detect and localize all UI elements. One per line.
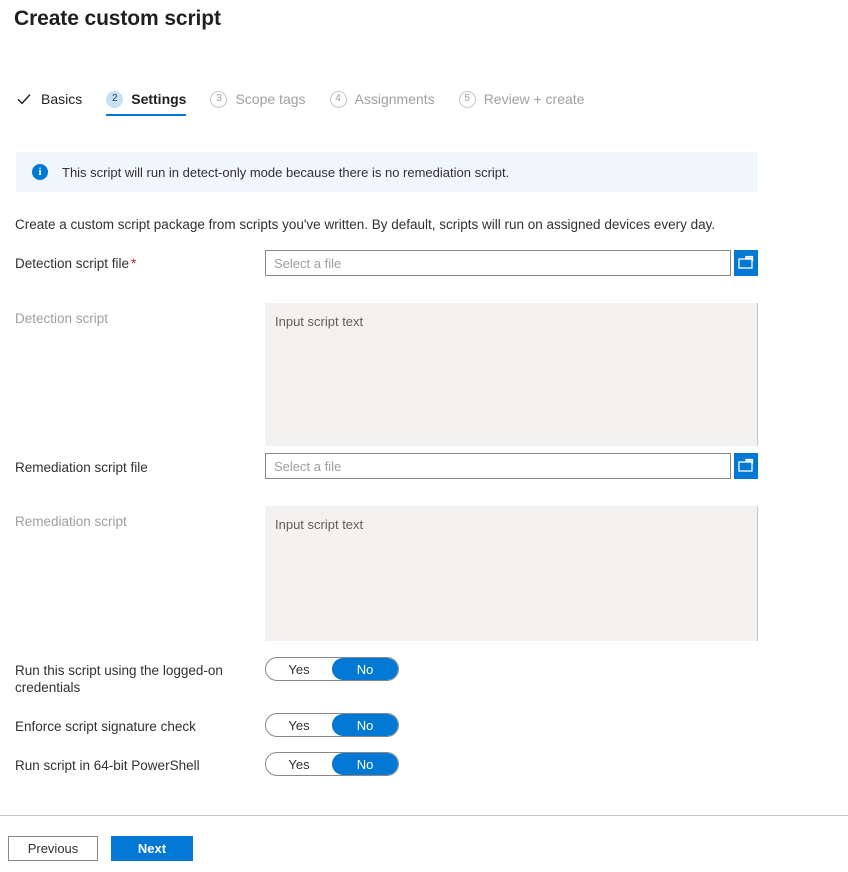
tab-basics[interactable]: Basics (14, 84, 95, 114)
toggle-option-no[interactable]: No (332, 658, 398, 680)
enforce-signature-check-toggle[interactable]: Yes No (265, 713, 399, 737)
next-button[interactable]: Next (111, 836, 193, 861)
detection-script-file-label: Detection script file* (15, 255, 255, 272)
tab-basics-label: Basics (41, 91, 82, 107)
run-as-logged-on-user-label: Run this script using the logged-on cred… (15, 662, 255, 696)
tab-assignments[interactable]: 4 Assignments (330, 84, 448, 114)
toggle-option-yes[interactable]: Yes (266, 658, 332, 680)
toggle-option-yes[interactable]: Yes (266, 714, 332, 736)
remediation-script-textarea[interactable] (265, 506, 758, 641)
detection-script-textarea[interactable] (265, 303, 758, 446)
info-banner-text: This script will run in detect-only mode… (62, 165, 509, 180)
tab-scope-tags[interactable]: 3 Scope tags (210, 84, 318, 114)
info-icon: i (32, 164, 48, 180)
tab-settings-label: Settings (131, 91, 186, 107)
step-complete-check-icon (14, 90, 33, 109)
step-number-badge: 2 (106, 91, 123, 108)
remediation-script-label: Remediation script (15, 513, 255, 530)
required-asterisk: * (131, 256, 136, 271)
step-number-badge: 5 (459, 91, 476, 108)
tab-review-create-label: Review + create (484, 91, 585, 107)
run-64bit-powershell-toggle[interactable]: Yes No (265, 752, 399, 776)
toggle-option-yes[interactable]: Yes (266, 753, 332, 775)
tab-settings[interactable]: 2 Settings (106, 84, 199, 114)
page-title: Create custom script (14, 7, 221, 31)
toggle-option-no[interactable]: No (332, 714, 398, 736)
page-description: Create a custom script package from scri… (15, 217, 715, 232)
create-custom-script-page: Create custom script Basics 2 Settings 3… (0, 0, 848, 872)
detection-script-browse-button[interactable] (734, 250, 758, 276)
info-banner: i This script will run in detect-only mo… (16, 152, 758, 192)
remediation-script-file-input[interactable] (265, 453, 731, 479)
folder-icon (738, 458, 754, 475)
footer-divider (0, 815, 848, 816)
step-number-badge: 4 (330, 91, 347, 108)
detection-script-file-input[interactable] (265, 250, 731, 276)
remediation-script-file-label: Remediation script file (15, 459, 255, 476)
enforce-signature-check-label: Enforce script signature check (15, 718, 255, 735)
tab-assignments-label: Assignments (355, 91, 435, 107)
tab-scope-tags-label: Scope tags (235, 91, 305, 107)
toggle-option-no[interactable]: No (332, 753, 398, 775)
run-as-logged-on-user-toggle[interactable]: Yes No (265, 657, 399, 681)
detection-script-label: Detection script (15, 310, 255, 327)
previous-button[interactable]: Previous (8, 836, 98, 861)
wizard-tab-bar: Basics 2 Settings 3 Scope tags 4 Assignm… (14, 84, 608, 114)
remediation-script-browse-button[interactable] (734, 453, 758, 479)
tab-review-create[interactable]: 5 Review + create (459, 84, 598, 114)
detection-script-file-label-text: Detection script file (15, 256, 129, 271)
folder-icon (738, 255, 754, 272)
step-number-badge: 3 (210, 91, 227, 108)
run-64bit-powershell-label: Run script in 64-bit PowerShell (15, 757, 255, 774)
